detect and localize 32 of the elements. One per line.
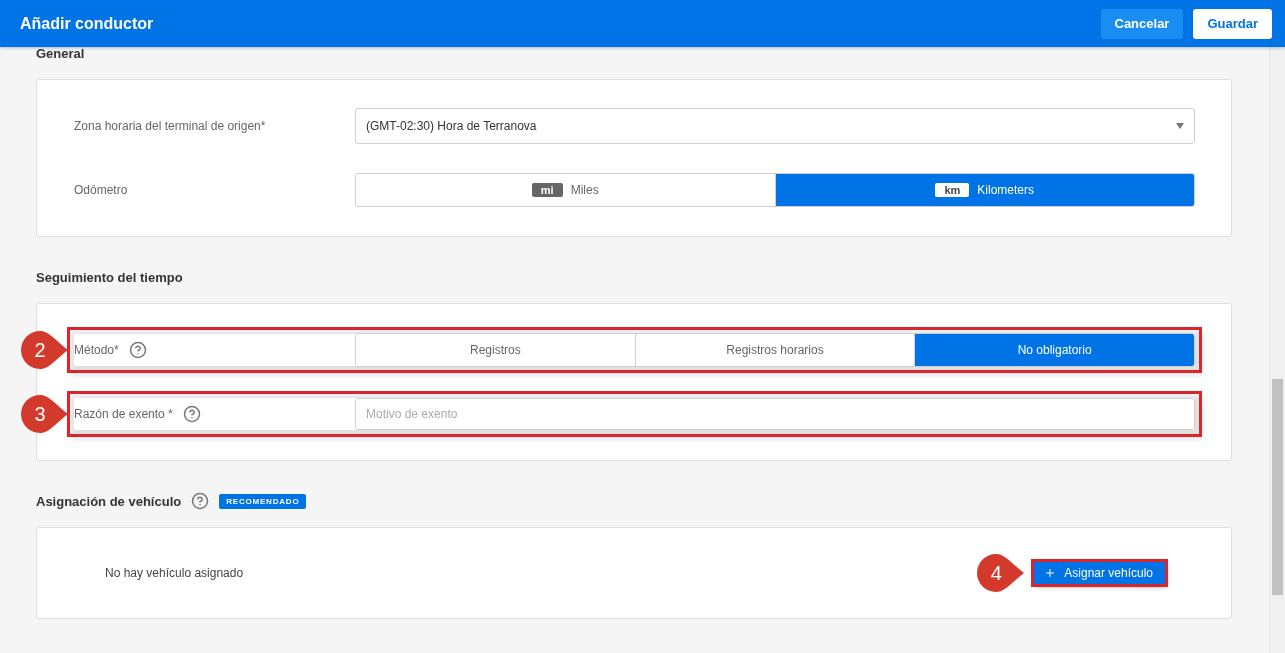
field-label: Odómetro bbox=[74, 183, 128, 197]
scrollbar[interactable] bbox=[1269, 47, 1285, 653]
plus-icon bbox=[1044, 567, 1057, 579]
cancel-button[interactable]: Cancelar bbox=[1100, 8, 1184, 39]
field-label: Razón de exento * bbox=[74, 407, 173, 421]
section-heading: Asignación de vehículo bbox=[36, 493, 182, 509]
caret-icon bbox=[1176, 123, 1184, 129]
unit-badge: mi bbox=[531, 183, 563, 197]
callout-marker: 4 bbox=[976, 553, 1025, 593]
section-heading: Seguimiento del tiempo bbox=[36, 269, 183, 285]
field-label: Zona horaria del terminal de origen* bbox=[74, 119, 266, 133]
unit-label: Kilometers bbox=[977, 183, 1035, 197]
help-icon[interactable] bbox=[128, 341, 147, 359]
empty-message: No hay vehículo asignado bbox=[105, 566, 244, 580]
select-value: (GMT-02:30) Hora de Terranova bbox=[366, 119, 537, 133]
timezone-select[interactable]: (GMT-02:30) Hora de Terranova bbox=[355, 108, 1195, 144]
input-field[interactable]: Motivo de exento bbox=[355, 398, 1195, 430]
help-icon[interactable] bbox=[182, 405, 201, 423]
section-heading: General bbox=[36, 47, 85, 61]
callout-marker: 3 bbox=[20, 394, 68, 434]
field-label: Método* bbox=[74, 343, 119, 357]
method-option[interactable]: Registros bbox=[356, 334, 635, 366]
window-title: Añadir conductor bbox=[20, 14, 155, 33]
recommended-tag: RECOMENDADO bbox=[219, 493, 307, 509]
unit-option[interactable]: km Kilometers bbox=[774, 174, 1194, 206]
save-button[interactable]: Guardar bbox=[1193, 8, 1272, 39]
callout-marker: 2 bbox=[20, 330, 68, 370]
unit-label: Miles bbox=[570, 183, 599, 197]
unit-badge: km bbox=[935, 183, 970, 197]
help-icon[interactable] bbox=[191, 492, 210, 510]
method-option[interactable]: No obligatorio bbox=[914, 334, 1194, 366]
method-option[interactable]: Registros horarios bbox=[634, 334, 915, 366]
